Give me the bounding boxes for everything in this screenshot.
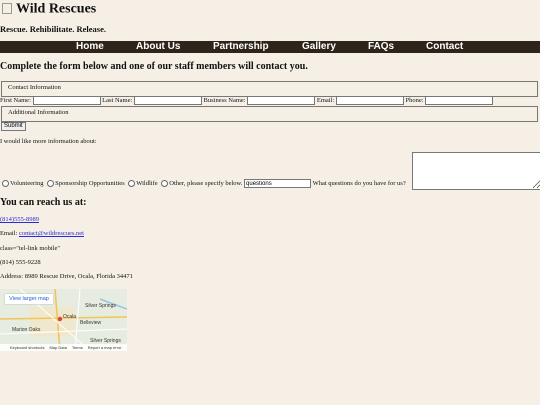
- address: Address: 8989 Rescue Drive, Ocala, Flori…: [0, 273, 133, 280]
- option-volunteering: Volunteering: [10, 179, 44, 187]
- contact-legend: Contact Information: [8, 84, 61, 91]
- map-keyboard-shortcuts[interactable]: Keyboard shortcuts: [10, 345, 44, 350]
- email-label: Email:: [316, 96, 335, 104]
- map-place-ocala: Ocala: [63, 314, 77, 320]
- map-embed[interactable]: View larger map Silver Springs Ocala Mar…: [0, 289, 127, 351]
- map-data: Map Data: [49, 345, 67, 350]
- question-textarea[interactable]: [412, 152, 540, 190]
- first-name-field[interactable]: [32, 96, 101, 105]
- specify-input[interactable]: [244, 179, 312, 188]
- tagline: Rescue. Rehibilitate. Release.: [0, 24, 106, 34]
- additional-legend: Additional Information: [8, 109, 69, 116]
- email-link[interactable]: contact@wildrescues.net: [19, 230, 84, 237]
- business-name-label: Business Name:: [203, 96, 246, 104]
- submit-button[interactable]: Submit: [1, 122, 26, 131]
- option-wildlife: Wildlife: [136, 179, 158, 187]
- phone-link[interactable]: (814)555-8989: [0, 216, 39, 223]
- last-name-field[interactable]: [133, 96, 202, 105]
- map-terms[interactable]: Terms: [72, 345, 83, 350]
- site-header: Wild Rescues: [2, 0, 96, 18]
- stray-text: class="tel-link mobile": [0, 245, 61, 252]
- radio-other[interactable]: [161, 180, 169, 187]
- contact-fields: First Name: Last Name: Business Name: Em…: [0, 96, 494, 105]
- nav-faqs[interactable]: FAQs: [368, 41, 394, 53]
- map-place-silver-springs: Silver Springs: [85, 303, 116, 309]
- nav-gallery[interactable]: Gallery: [302, 41, 336, 53]
- site-title: Wild Rescues: [16, 1, 97, 17]
- email-field[interactable]: [335, 96, 404, 105]
- radio-sponsorship[interactable]: [47, 180, 55, 187]
- nav-home-label[interactable]: Home: [76, 41, 104, 53]
- map-footer: Keyboard shortcuts Map Data Terms Report…: [0, 344, 127, 351]
- map-place-belleview: Belleview: [80, 320, 102, 326]
- nav-partnership[interactable]: Partnership: [213, 41, 269, 53]
- map-place-marion-oaks: Marion Oaks: [12, 327, 41, 333]
- contact-fieldset: Contact Information: [1, 81, 538, 97]
- interest-options: Volunteering Sponsorship Opportunities W…: [0, 179, 406, 188]
- first-name-label: First Name:: [0, 96, 31, 104]
- option-other: Other, please specify below.: [169, 179, 243, 187]
- phone-plain: (814) 555-9228: [0, 259, 41, 266]
- nav-about[interactable]: About Us: [136, 41, 180, 53]
- additional-fieldset: Additional Information: [1, 106, 538, 122]
- question-label: What questions do you have for us?: [312, 179, 406, 187]
- more-info-label: I would like more information about:: [0, 138, 97, 145]
- nav-contact[interactable]: Contact: [426, 41, 463, 53]
- logo-icon: [2, 2, 12, 14]
- form-heading: Complete the form below and one of our s…: [0, 61, 308, 72]
- phone-label: Phone:: [405, 96, 424, 104]
- reach-heading: You can reach us at:: [0, 197, 87, 208]
- radio-wildlife[interactable]: [128, 180, 136, 187]
- radio-volunteering[interactable]: [2, 180, 9, 187]
- phone-field[interactable]: [425, 96, 494, 105]
- option-sponsorship: Sponsorship Opportunities: [55, 179, 125, 187]
- map-report-error[interactable]: Report a map error: [88, 345, 122, 350]
- last-name-label: Last Name:: [102, 96, 133, 104]
- phone-line: (814)555-8989: [0, 216, 39, 223]
- email-line: Email: contact@wildrescues.net: [0, 230, 84, 237]
- business-name-field[interactable]: [247, 96, 316, 105]
- email-prefix: Email:: [0, 230, 18, 237]
- view-larger-map-button[interactable]: View larger map: [5, 294, 53, 304]
